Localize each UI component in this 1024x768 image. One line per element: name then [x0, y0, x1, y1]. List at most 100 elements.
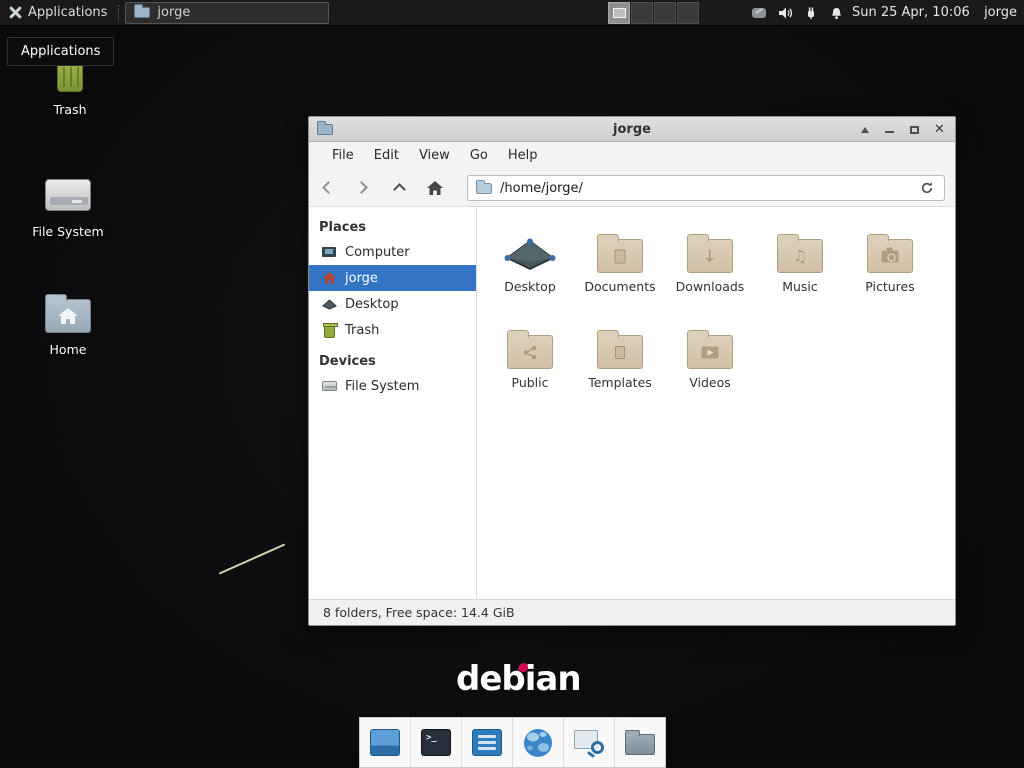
top-panel: Applications jorge Sun 25 Apr, 10:06 [0, 0, 1024, 26]
workspace-3[interactable] [654, 2, 676, 24]
desktop-artifact-line [219, 543, 286, 574]
public-folder-icon [507, 335, 553, 369]
workspace-4[interactable] [677, 2, 699, 24]
desktop-folder-icon [503, 221, 557, 277]
app-finder-icon [574, 729, 604, 756]
sidebar-item-label: jorge [345, 271, 378, 286]
workspace-1[interactable] [608, 2, 630, 24]
file-item-documents[interactable]: Documents [575, 221, 665, 315]
file-label: Desktop [504, 279, 556, 294]
file-label: Pictures [865, 279, 915, 294]
up-button[interactable] [381, 173, 417, 203]
folder-icon [476, 183, 492, 194]
sidebar-item-desktop[interactable]: Desktop [309, 291, 476, 317]
maximize-icon [910, 126, 919, 134]
home-icon [426, 180, 444, 196]
dock-item-web-browser[interactable] [512, 718, 563, 767]
sidebar-item-label: File System [345, 379, 419, 394]
home-button[interactable] [417, 173, 453, 203]
desktop-icon-home[interactable]: Home [28, 290, 108, 357]
up-icon [393, 183, 406, 196]
task-list-icon [472, 729, 502, 756]
templates-folder-icon [597, 335, 643, 369]
menu-edit[interactable]: Edit [365, 144, 408, 167]
file-item-downloads[interactable]: Downloads [665, 221, 755, 315]
reload-button[interactable] [918, 179, 936, 197]
file-label: Templates [588, 375, 652, 390]
file-item-desktop[interactable]: Desktop [485, 221, 575, 315]
toolbar: /home/jorge/ [309, 169, 955, 207]
forward-icon [355, 181, 368, 194]
dock [359, 717, 666, 768]
menubar: File Edit View Go Help [309, 142, 955, 169]
file-item-templates[interactable]: Templates [575, 317, 665, 411]
file-item-music[interactable]: Music [755, 221, 845, 315]
dock-item-show-desktop[interactable] [360, 718, 410, 767]
minimize-button[interactable] [883, 123, 896, 136]
applications-menu-label: Applications [28, 5, 107, 20]
sidebar-devices-header: Devices [309, 349, 476, 373]
file-label: Videos [689, 375, 731, 390]
web-browser-icon [523, 728, 553, 758]
applications-tooltip: Applications [7, 37, 114, 66]
file-item-videos[interactable]: Videos [665, 317, 755, 411]
shade-button[interactable] [858, 123, 871, 136]
menu-help[interactable]: Help [499, 144, 547, 167]
file-grid: Desktop Documents Downloads Music Pictur [477, 207, 955, 601]
pictures-folder-icon [867, 239, 913, 273]
applications-menu-button[interactable]: Applications [0, 0, 116, 26]
tablet-icon[interactable] [750, 5, 767, 22]
sidebar-item-computer[interactable]: Computer [309, 239, 476, 265]
forward-button[interactable] [345, 173, 381, 203]
user-menu[interactable]: jorge [984, 0, 1017, 26]
shade-icon [861, 127, 869, 133]
sidebar-item-file-system[interactable]: File System [309, 373, 476, 399]
sidebar-places-header: Places [309, 215, 476, 239]
window-content: Places Computer jorge Desktop [309, 207, 955, 601]
downloads-folder-icon [687, 239, 733, 273]
power-icon[interactable] [802, 5, 819, 22]
workspace-switcher [608, 2, 699, 24]
file-manager-icon [625, 734, 655, 755]
clock[interactable]: Sun 25 Apr, 10:06 [852, 0, 970, 26]
location-path: /home/jorge/ [500, 181, 910, 196]
menu-file[interactable]: File [323, 144, 363, 167]
menu-view[interactable]: View [410, 144, 459, 167]
back-button[interactable] [309, 173, 345, 203]
statusbar: 8 folders, Free space: 14.4 GiB [309, 599, 955, 625]
home-icon [321, 270, 337, 286]
file-item-public[interactable]: Public [485, 317, 575, 411]
desktop-icon-file-system[interactable]: File System [28, 172, 108, 239]
menu-go[interactable]: Go [461, 144, 497, 167]
applications-menu-icon [9, 6, 22, 19]
dock-item-app-finder[interactable] [563, 718, 614, 767]
taskbar-window-button[interactable]: jorge [125, 2, 329, 24]
sidebar-item-jorge[interactable]: jorge [309, 265, 476, 291]
file-item-pictures[interactable]: Pictures [845, 221, 935, 315]
notifications-bell-icon[interactable] [828, 5, 845, 22]
close-button[interactable] [933, 123, 946, 136]
minimize-icon [885, 131, 894, 134]
sidebar-item-label: Desktop [345, 297, 399, 312]
file-label: Music [782, 279, 818, 294]
dock-item-task-list[interactable] [461, 718, 512, 767]
location-bar[interactable]: /home/jorge/ [467, 175, 945, 201]
sidebar: Places Computer jorge Desktop [309, 207, 477, 601]
desktop-icon-label: Home [50, 343, 87, 357]
drive-icon [45, 172, 91, 218]
maximize-button[interactable] [908, 123, 921, 136]
terminal-icon [421, 729, 451, 756]
dock-item-file-manager[interactable] [614, 718, 665, 767]
dock-item-terminal[interactable] [410, 718, 461, 767]
computer-icon [321, 244, 337, 260]
workspace-2[interactable] [631, 2, 653, 24]
titlebar[interactable]: jorge [309, 117, 955, 142]
sidebar-item-trash[interactable]: Trash [309, 317, 476, 343]
desktop: Applications jorge Sun 25 Apr, 10:06 [0, 0, 1024, 768]
back-icon [322, 181, 335, 194]
reload-icon [920, 181, 934, 195]
videos-folder-icon [687, 335, 733, 369]
file-label: Public [512, 375, 549, 390]
documents-folder-icon [597, 239, 643, 273]
volume-icon[interactable] [776, 5, 793, 22]
